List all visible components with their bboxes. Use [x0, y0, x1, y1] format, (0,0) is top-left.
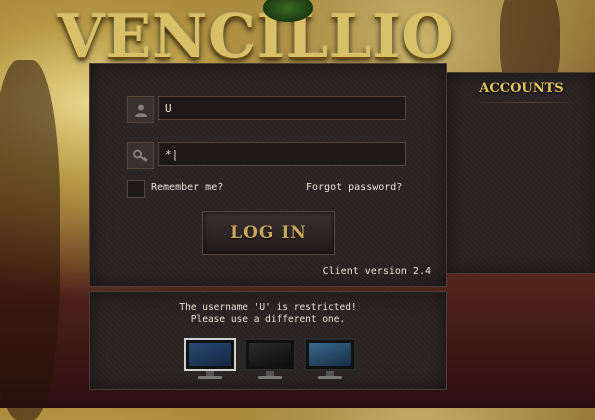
status-line-1: The username 'U' is restricted!	[179, 302, 357, 313]
accounts-title: ACCOUNTS	[479, 81, 564, 96]
user-icon	[127, 96, 154, 123]
app-logo: VENCILLIO	[58, 0, 478, 72]
accounts-panel: ACCOUNTS	[446, 72, 595, 274]
status-panel: The username 'U' is restricted! Please u…	[89, 291, 447, 390]
monitor-icon[interactable]	[304, 338, 356, 382]
key-icon	[127, 142, 154, 169]
username-input[interactable]: U	[158, 96, 406, 120]
background-tree	[0, 60, 60, 420]
logo-text: VENCILLIO	[58, 2, 455, 72]
client-version: Client version 2.4	[322, 266, 431, 277]
login-button[interactable]: LOG IN	[202, 211, 335, 255]
login-panel: U *| Remember me? Forgot password? LOG I…	[89, 63, 447, 287]
password-input[interactable]: *|	[158, 142, 406, 166]
monitor-icon[interactable]	[184, 338, 236, 382]
monitor-icon[interactable]	[244, 338, 296, 382]
remember-me-checkbox[interactable]	[127, 180, 145, 198]
status-line-2: Please use a different one.	[190, 314, 346, 325]
remember-me-label[interactable]: Remember me?	[151, 182, 223, 193]
dragon-emblem	[263, 0, 313, 22]
forgot-password-link[interactable]: Forgot password?	[306, 182, 402, 193]
status-message: The username 'U' is restricted! Please u…	[90, 302, 446, 326]
accounts-divider	[477, 102, 576, 103]
